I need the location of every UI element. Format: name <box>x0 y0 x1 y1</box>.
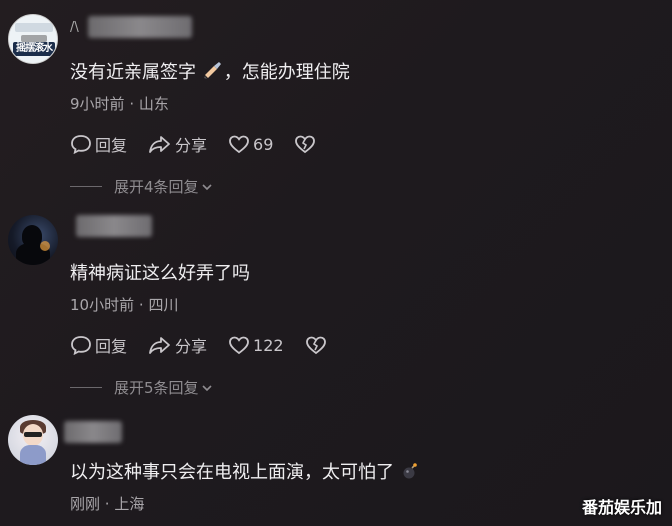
avatar-text: 摇摆滚水 <box>13 42 55 56</box>
comment-meta: 刚刚 · 上海 <box>70 495 145 513</box>
comment-actions: 回复 分享 122 <box>70 333 351 357</box>
username-fragment: /\ <box>70 20 79 35</box>
expand-replies-button[interactable]: 展开4条回复 <box>70 176 213 197</box>
username-blurred[interactable] <box>88 16 192 38</box>
comment-text: 精神病证这么好弄了吗 <box>70 263 250 284</box>
reply-button[interactable]: 回复 <box>70 333 127 357</box>
like-count: 122 <box>253 335 284 355</box>
chevron-down-icon <box>201 183 212 190</box>
comment-text: 没有近亲属签字 ，怎能办理住院 <box>70 58 350 86</box>
broken-heart-icon <box>305 336 326 355</box>
heart-icon <box>229 135 249 154</box>
expand-replies-button[interactable]: 展开5条回复 <box>70 377 213 398</box>
avatar[interactable] <box>8 215 58 265</box>
reply-icon <box>71 336 91 355</box>
writing-hand-icon <box>202 61 224 86</box>
share-icon <box>149 136 170 153</box>
share-button[interactable]: 分享 <box>148 333 207 357</box>
username-blurred[interactable] <box>76 215 152 237</box>
avatar[interactable] <box>8 415 58 465</box>
share-button[interactable]: 分享 <box>148 132 207 156</box>
chevron-down-icon <box>201 384 212 391</box>
reply-button[interactable]: 回复 <box>70 132 127 156</box>
heart-icon <box>229 336 249 355</box>
like-count: 69 <box>253 134 274 154</box>
like-button[interactable]: 69 <box>228 134 273 154</box>
broken-heart-icon <box>295 135 316 154</box>
comment-actions: 回复 分享 69 <box>70 132 340 156</box>
watermark: 番茄娱乐加 <box>581 498 662 517</box>
reply-icon <box>71 135 91 154</box>
username-blurred[interactable] <box>64 421 122 443</box>
avatar[interactable]: 摇摆滚水 <box>8 14 58 64</box>
dislike-button[interactable] <box>305 335 330 355</box>
comment-meta: 9小时前 · 山东 <box>70 95 169 113</box>
share-icon <box>149 337 170 354</box>
comment-text: 以为这种事只会在电视上面演，太可怕了 <box>70 458 420 485</box>
dislike-button[interactable] <box>294 134 319 154</box>
bomb-icon <box>400 462 420 485</box>
like-button[interactable]: 122 <box>228 335 284 355</box>
comment-meta: 10小时前 · 四川 <box>70 296 179 314</box>
